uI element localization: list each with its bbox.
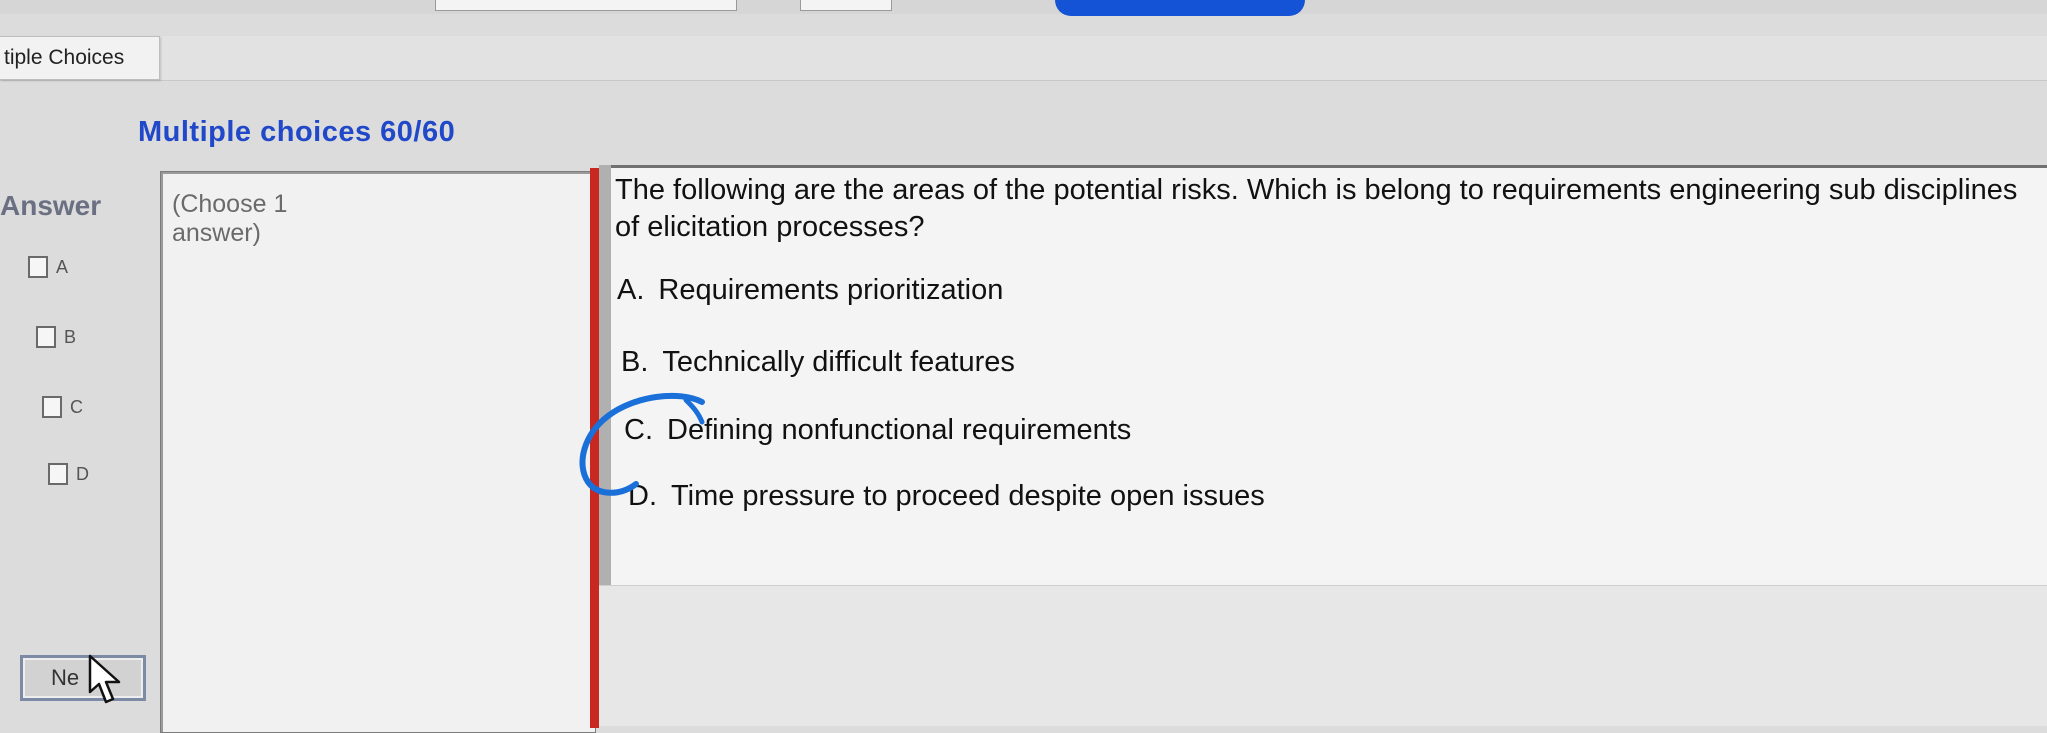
tab-bar: tiple Choices: [0, 36, 2047, 81]
top-field-right: [800, 0, 892, 11]
option-letter-c: C: [70, 396, 83, 417]
choice-text: Time pressure to proceed despite open is…: [671, 480, 1265, 512]
answer-option-c[interactable]: C: [42, 396, 83, 418]
choice-d: D. Time pressure to proceed despite open …: [628, 480, 1265, 513]
mouse-pointer-icon: [88, 654, 121, 704]
question-panel-edge: [599, 165, 611, 585]
choice-letter: B.: [621, 346, 649, 378]
question-text: The following are the areas of the poten…: [615, 174, 2018, 243]
answer-label: Answer: [0, 190, 102, 221]
choice-letter: A.: [617, 274, 645, 306]
choice-text: Technically difficult features: [662, 346, 1015, 378]
choice-b: B. Technically difficult features: [621, 346, 1015, 379]
choice-text: Defining nonfunctional requirements: [667, 414, 1132, 446]
checkbox-d[interactable]: [48, 463, 68, 485]
lower-panel: [599, 585, 2047, 726]
instruction-text: (Choose 1 answer): [172, 190, 288, 247]
answer-option-b[interactable]: B: [36, 326, 76, 348]
instruction-panel: [160, 171, 596, 733]
option-letter-a: A: [56, 256, 69, 277]
tab-label: tiple Choices: [4, 46, 125, 69]
choice-a: A. Requirements prioritization: [617, 274, 1003, 307]
checkbox-b[interactable]: [36, 326, 56, 348]
top-toolbar-strip: [0, 0, 2047, 16]
choice-text: Requirements prioritization: [658, 274, 1004, 306]
score-display: [1055, 0, 1305, 16]
section-title: Multiple choices 60/60: [138, 116, 456, 148]
top-field-left: [435, 0, 737, 11]
answer-option-d[interactable]: D: [48, 463, 89, 485]
checkbox-c[interactable]: [42, 396, 62, 418]
answer-option-a[interactable]: A: [28, 256, 68, 278]
checkbox-a[interactable]: [28, 256, 48, 278]
tab-multiple-choices[interactable]: tiple Choices: [0, 36, 160, 80]
option-letter-d: D: [76, 463, 89, 484]
option-letter-b: B: [64, 326, 77, 347]
annotation-circle-icon: [579, 392, 705, 496]
